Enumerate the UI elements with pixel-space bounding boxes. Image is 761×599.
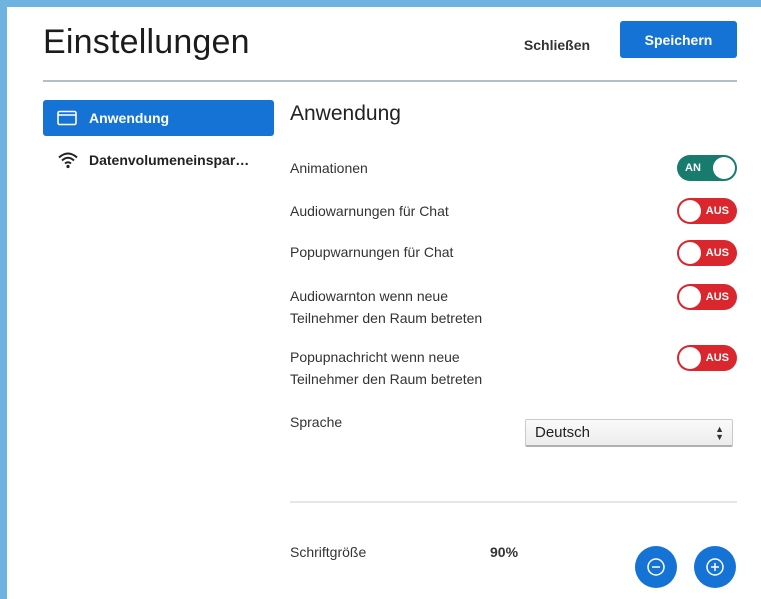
- toggle-state: AUS: [705, 291, 729, 303]
- decrease-font-button[interactable]: [635, 546, 677, 588]
- language-select[interactable]: Deutsch ▲ ▼: [525, 419, 733, 447]
- plus-circle-icon: [706, 558, 724, 576]
- font-size-value: 90%: [490, 544, 519, 560]
- toggle-state: AUS: [705, 205, 729, 217]
- wifi-icon: [57, 151, 79, 169]
- setting-label-line2: Teilnehmer den Raum betreten: [290, 371, 483, 387]
- audio-chat-toggle[interactable]: AUS: [677, 198, 737, 224]
- setting-label-line1: Audiowarnton wenn neue: [290, 288, 449, 304]
- toggle-state: AN: [685, 162, 701, 174]
- toggle-knob: [679, 200, 701, 222]
- increase-font-button[interactable]: [694, 546, 736, 588]
- header-divider: [43, 80, 737, 82]
- popup-chat-toggle[interactable]: AUS: [677, 240, 737, 266]
- toggle-knob: [679, 286, 701, 308]
- sidebar-item-label: Datenvolumeneinspar…: [89, 152, 250, 168]
- animation-toggle[interactable]: AN: [677, 155, 737, 181]
- select-arrows-icon: ▲ ▼: [715, 424, 724, 442]
- section-title: Anwendung: [290, 102, 401, 125]
- setting-row-popupwarnungen: Popupwarnungen für Chat AUS: [290, 240, 737, 266]
- sidebar-item-anwendung[interactable]: Anwendung: [43, 100, 274, 136]
- setting-label: Animationen: [290, 160, 368, 176]
- language-value: Deutsch: [535, 424, 591, 441]
- setting-row-audiowarnton: Audiowarnton wenn neue Teilnehmer den Ra…: [290, 284, 737, 329]
- sidebar: Anwendung Datenvolumeneinspar…: [43, 100, 274, 184]
- setting-label: Audiowarnungen für Chat: [290, 203, 449, 219]
- toggle-state: AUS: [705, 352, 729, 364]
- minus-circle-icon: [647, 558, 665, 576]
- setting-row-sprache: Sprache Deutsch ▲ ▼: [290, 411, 737, 447]
- settings-modal: Einstellungen Schließen Speichern Anwend…: [7, 7, 761, 599]
- settings-content: Anwendung Animationen AN Audiowarnungen …: [290, 100, 737, 588]
- sidebar-item-datenvolumen[interactable]: Datenvolumeneinspar…: [43, 142, 274, 178]
- sidebar-item-label: Anwendung: [89, 110, 170, 126]
- toggle-knob: [679, 347, 701, 369]
- setting-label-line1: Popupnachricht wenn neue: [290, 349, 460, 365]
- setting-row-popupnachricht: Popupnachricht wenn neue Teilnehmer den …: [290, 345, 737, 390]
- setting-row-animationen: Animationen AN: [290, 155, 737, 181]
- setting-row-audiowarnungen: Audiowarnungen für Chat AUS: [290, 198, 737, 224]
- save-button[interactable]: Speichern: [620, 21, 737, 58]
- page-title: Einstellungen: [43, 23, 250, 61]
- audio-join-toggle[interactable]: AUS: [677, 284, 737, 310]
- toggle-state: AUS: [705, 247, 729, 259]
- toggle-knob: [679, 242, 701, 264]
- toggle-knob: [713, 157, 735, 179]
- window-icon: [57, 109, 79, 127]
- setting-label-line2: Teilnehmer den Raum betreten: [290, 310, 483, 326]
- popup-join-toggle[interactable]: AUS: [677, 345, 737, 371]
- section-divider: [290, 501, 737, 503]
- setting-label: Popupwarnungen für Chat: [290, 244, 454, 260]
- close-button[interactable]: Schließen: [507, 27, 607, 63]
